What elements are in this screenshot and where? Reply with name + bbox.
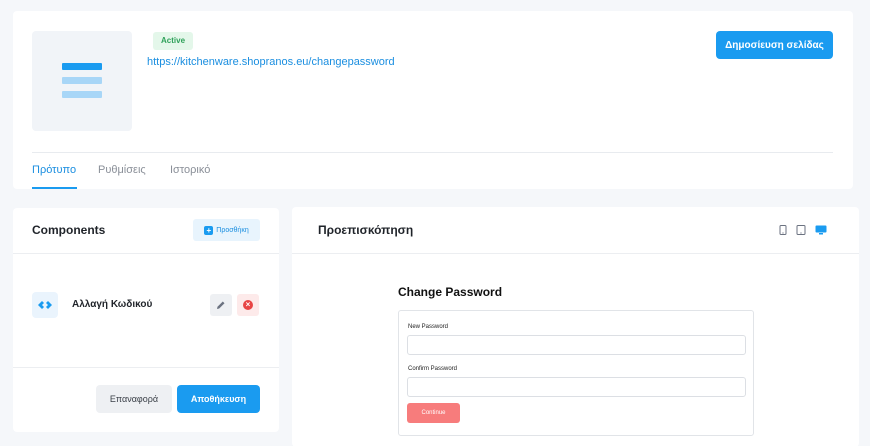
- preview-title: Προεπισκόπηση: [318, 223, 414, 237]
- plus-icon: +: [204, 225, 214, 235]
- components-title: Components: [32, 223, 106, 237]
- add-component-button[interactable]: + Προσθήκη: [193, 219, 260, 241]
- tab-template[interactable]: Πρότυπο: [32, 164, 76, 176]
- page-thumbnail: [32, 31, 132, 131]
- close-icon: ×: [243, 300, 253, 310]
- confirm-password-label: Confirm Password: [408, 366, 458, 372]
- page-header-card: Active https://kitchenware.shopranos.eu/…: [13, 11, 853, 189]
- component-type-icon: [32, 292, 58, 318]
- component-name: Αλλαγή Κωδικού: [72, 299, 153, 310]
- desktop-icon[interactable]: [815, 225, 827, 235]
- preview-divider: [292, 253, 859, 254]
- page-url-link[interactable]: https://kitchenware.shopranos.eu/changep…: [147, 56, 395, 68]
- components-panel: Components + Προσθήκη Αλλαγή Κωδικού × Ε…: [13, 208, 279, 432]
- active-tab-indicator: [32, 187, 77, 189]
- header-divider: [32, 152, 833, 153]
- delete-component-button[interactable]: ×: [237, 294, 259, 316]
- save-button[interactable]: Αποθήκευση: [177, 385, 260, 413]
- continue-button[interactable]: Continue: [407, 403, 460, 423]
- change-password-title: Change Password: [398, 285, 503, 299]
- new-password-label: New Password: [408, 324, 449, 330]
- change-password-form: New Password Confirm Password Continue: [398, 310, 754, 436]
- tab-history[interactable]: Ιστορικό: [170, 164, 210, 176]
- list-item: Αλλαγή Κωδικού ×: [32, 292, 260, 320]
- add-component-label: Προσθήκη: [216, 226, 249, 234]
- tab-settings[interactable]: Ρυθμίσεις: [98, 164, 146, 176]
- new-password-input[interactable]: [407, 335, 746, 355]
- status-badge: Active: [153, 32, 194, 50]
- preview-panel: Προεπισκόπηση Change Password New Passwo…: [292, 207, 859, 446]
- edit-component-button[interactable]: [210, 294, 232, 316]
- components-divider-bottom: [13, 367, 279, 368]
- mobile-icon[interactable]: [779, 225, 787, 235]
- tablet-icon[interactable]: [796, 225, 806, 235]
- components-divider-top: [13, 253, 279, 254]
- confirm-password-input[interactable]: [407, 377, 746, 397]
- reset-button[interactable]: Επαναφορά: [96, 385, 172, 413]
- pencil-icon: [217, 301, 225, 309]
- publish-page-button[interactable]: Δημοσίευση σελίδας: [716, 31, 833, 59]
